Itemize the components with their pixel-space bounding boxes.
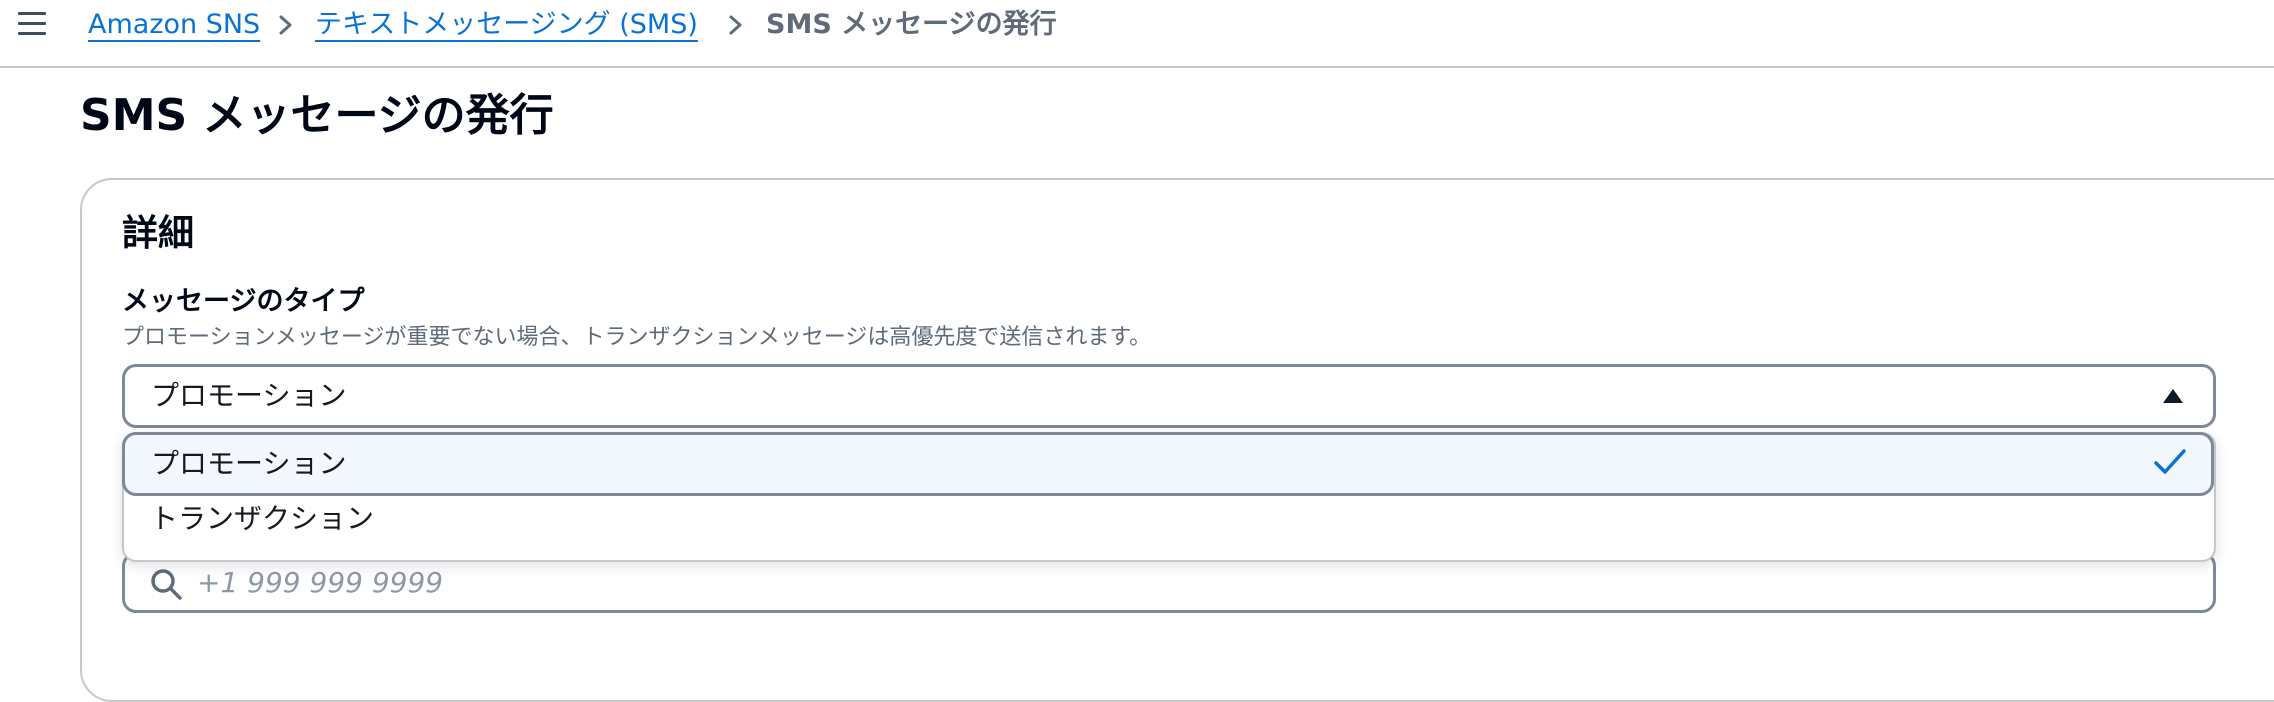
details-section-title: 詳細 xyxy=(122,213,195,254)
chevron-right-icon xyxy=(279,15,292,35)
page-title: SMS メッセージの発行 xyxy=(80,90,554,141)
option-label: トランザクション xyxy=(150,502,375,535)
breadcrumb-amazon-sns[interactable]: Amazon SNS xyxy=(88,8,260,42)
message-type-dropdown: プロモーション トランザクション xyxy=(122,432,2216,562)
caret-up-icon xyxy=(2163,389,2183,403)
check-icon xyxy=(2154,449,2186,474)
breadcrumb-current-page: SMS メッセージの発行 xyxy=(766,9,1057,40)
option-promotional[interactable]: プロモーション xyxy=(122,432,2214,496)
breadcrumb-text-messaging[interactable]: テキストメッセージング (SMS) xyxy=(315,8,698,42)
chevron-right-icon xyxy=(729,15,742,35)
search-icon xyxy=(151,569,182,600)
message-type-selected-value: プロモーション xyxy=(151,379,347,412)
option-transactional[interactable]: トランザクション xyxy=(124,494,2210,550)
option-label: プロモーション xyxy=(151,447,347,480)
message-type-label: メッセージのタイプ xyxy=(122,286,365,317)
top-navigation-bar: Amazon SNS テキストメッセージング (SMS) SMS メッセージの発… xyxy=(0,0,2274,68)
message-type-select[interactable]: プロモーション xyxy=(122,364,2216,428)
phone-number-input[interactable] xyxy=(197,561,2177,603)
message-type-description: プロモーションメッセージが重要でない場合、トランザクションメッセージは高優先度で… xyxy=(122,325,1152,350)
hamburger-menu-icon[interactable] xyxy=(18,12,46,36)
